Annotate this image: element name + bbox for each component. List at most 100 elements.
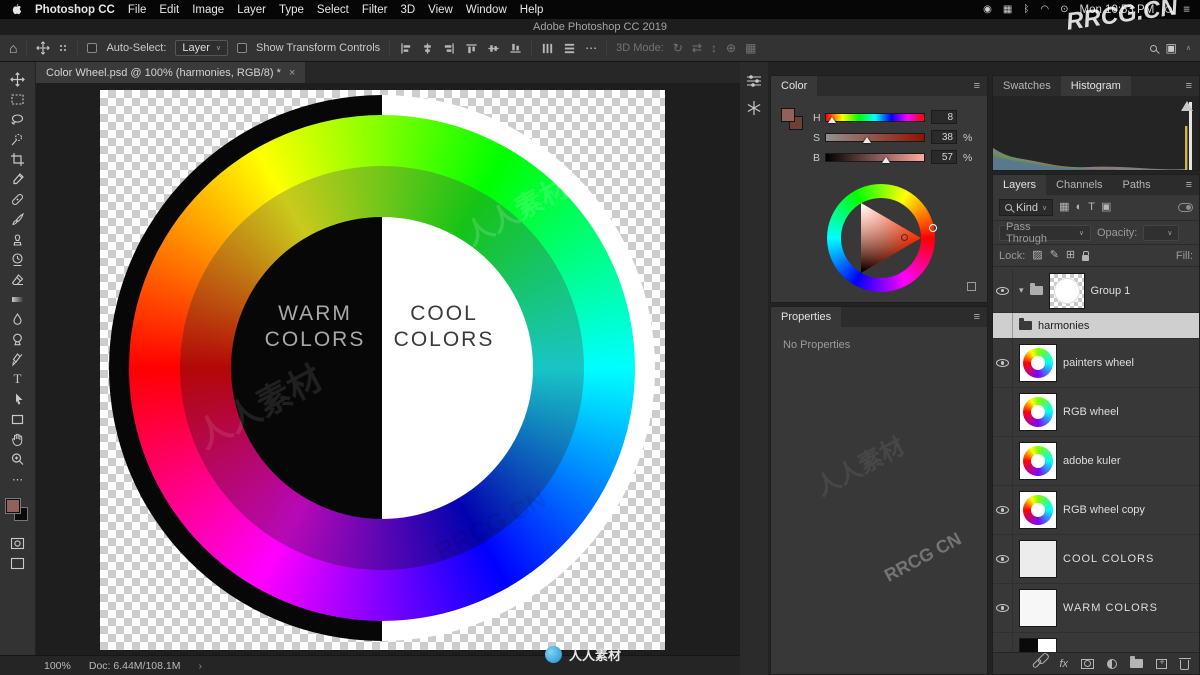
layer-row[interactable]: rgb wheel bbox=[993, 633, 1199, 652]
align-right-icon[interactable] bbox=[443, 42, 456, 55]
panel-menu-icon[interactable]: ≡ bbox=[967, 311, 987, 323]
lock-position-icon[interactable]: ⊞ bbox=[1066, 250, 1075, 261]
filter-type-layers-icon[interactable]: T bbox=[1088, 202, 1095, 213]
hand-tool[interactable] bbox=[7, 429, 29, 449]
layer-row-selected[interactable]: harmonies bbox=[993, 313, 1199, 339]
3d-drag-icon[interactable]: ↕ bbox=[711, 42, 717, 54]
status-chevron-icon[interactable]: › bbox=[199, 660, 203, 672]
tab-swatches[interactable]: Swatches bbox=[993, 76, 1061, 96]
visibility-toggle[interactable] bbox=[993, 584, 1013, 632]
pen-tool[interactable] bbox=[7, 349, 29, 369]
layer-row[interactable]: WARM COLORS bbox=[993, 584, 1199, 633]
tab-layers[interactable]: Layers bbox=[993, 175, 1047, 195]
layer-name[interactable]: RGB wheel bbox=[1063, 406, 1119, 418]
type-tool[interactable]: T bbox=[7, 369, 29, 389]
search-icon[interactable] bbox=[1149, 44, 1157, 52]
auto-select-checkbox[interactable] bbox=[87, 43, 98, 53]
apple-menu-icon[interactable] bbox=[10, 3, 22, 16]
filter-adjustment-layers-icon[interactable]: ◐ bbox=[1076, 202, 1083, 213]
hue-slider[interactable] bbox=[825, 113, 925, 123]
layer-effects-icon[interactable]: fx bbox=[1059, 658, 1068, 670]
foreground-color-swatch[interactable] bbox=[781, 108, 795, 122]
edit-toolbar-icon[interactable]: ⋯ bbox=[7, 469, 29, 489]
layer-row[interactable]: painters wheel bbox=[993, 339, 1199, 388]
layer-thumbnail[interactable] bbox=[1019, 344, 1057, 382]
app-menu-title[interactable]: Photoshop CC bbox=[35, 4, 115, 16]
3d-roll-icon[interactable]: ⇄ bbox=[692, 42, 702, 54]
history-brush-tool[interactable] bbox=[7, 249, 29, 269]
filter-kind-dropdown[interactable]: Kind ∨ bbox=[999, 199, 1054, 216]
adjustments-panel-icon[interactable] bbox=[746, 100, 762, 116]
lock-transparency-icon[interactable]: ▨ bbox=[1032, 250, 1042, 261]
delete-layer-icon[interactable] bbox=[1178, 657, 1191, 670]
tab-channels[interactable]: Channels bbox=[1046, 175, 1112, 195]
menu-type[interactable]: Type bbox=[279, 4, 304, 16]
layer-name[interactable]: RGB wheel copy bbox=[1063, 504, 1145, 516]
new-layer-icon[interactable] bbox=[1156, 657, 1167, 669]
layer-thumbnail[interactable] bbox=[1019, 442, 1057, 480]
tab-properties[interactable]: Properties bbox=[771, 307, 842, 327]
show-transform-checkbox[interactable] bbox=[237, 43, 248, 53]
layer-thumbnail[interactable] bbox=[1019, 589, 1057, 627]
lock-pixels-icon[interactable]: ✎ bbox=[1050, 250, 1059, 261]
menu-clock[interactable]: Mon 10:53 PM bbox=[1079, 4, 1154, 16]
layer-name[interactable]: painters wheel bbox=[1063, 357, 1134, 369]
lock-all-icon[interactable] bbox=[1082, 250, 1090, 261]
link-layers-icon[interactable] bbox=[1032, 658, 1043, 669]
sliders-panel-icon[interactable] bbox=[746, 74, 762, 88]
layer-thumbnail[interactable] bbox=[1019, 540, 1057, 578]
home-icon[interactable]: ⌂ bbox=[9, 41, 17, 55]
eyedropper-tool[interactable] bbox=[7, 169, 29, 189]
layer-name[interactable]: adobe kuler bbox=[1063, 455, 1121, 467]
saturation-slider[interactable] bbox=[825, 133, 925, 143]
slider-thumb[interactable] bbox=[863, 137, 872, 143]
healing-brush-tool[interactable] bbox=[7, 189, 29, 209]
filter-pixel-layers-icon[interactable]: ▦ bbox=[1059, 202, 1069, 213]
bluetooth-icon[interactable]: ᛒ bbox=[1023, 4, 1029, 15]
foreground-color-swatch[interactable] bbox=[4, 498, 21, 514]
visibility-toggle[interactable] bbox=[993, 486, 1013, 534]
canvas-area[interactable]: WARMCOLORS COOLCOLORS 人人素材 人人素材 RRCG CN bbox=[36, 83, 740, 655]
filter-toggle[interactable] bbox=[1178, 203, 1193, 212]
layer-row[interactable]: adobe kuler bbox=[993, 437, 1199, 486]
new-group-icon[interactable] bbox=[1130, 656, 1143, 668]
menu-image[interactable]: Image bbox=[192, 4, 224, 16]
menu-window[interactable]: Window bbox=[466, 4, 507, 16]
layer-name[interactable]: WARM COLORS bbox=[1063, 602, 1158, 614]
document-tab[interactable]: Color Wheel.psd @ 100% (harmonies, RGB/8… bbox=[36, 62, 306, 83]
warning-icon[interactable] bbox=[1181, 101, 1193, 111]
3d-slide-icon[interactable]: ⊕ bbox=[726, 42, 736, 54]
workspace-switcher-icon[interactable]: ▣ bbox=[1166, 42, 1177, 54]
marquee-tool[interactable] bbox=[7, 89, 29, 109]
notification-center-icon[interactable]: ≡ bbox=[1183, 4, 1190, 16]
opacity-dropdown[interactable]: ∨ bbox=[1143, 224, 1180, 241]
layer-thumbnail[interactable] bbox=[1019, 491, 1057, 529]
blend-mode-dropdown[interactable]: Pass Through ∨ bbox=[999, 221, 1091, 245]
dodge-tool[interactable] bbox=[7, 329, 29, 349]
menu-help[interactable]: Help bbox=[520, 4, 544, 16]
move-tool[interactable] bbox=[7, 69, 29, 89]
menu-3d[interactable]: 3D bbox=[400, 4, 415, 16]
visibility-toggle[interactable] bbox=[993, 339, 1013, 387]
auto-select-dropdown[interactable]: Layer ∨ bbox=[175, 40, 229, 56]
layer-name[interactable]: harmonies bbox=[1038, 320, 1089, 332]
visibility-toggle[interactable] bbox=[993, 269, 1013, 312]
layer-row[interactable]: RGB wheel copy bbox=[993, 486, 1199, 535]
layer-thumbnail[interactable] bbox=[1019, 393, 1057, 431]
close-icon[interactable]: × bbox=[289, 67, 295, 79]
gradient-tool[interactable] bbox=[7, 289, 29, 309]
brush-tool[interactable] bbox=[7, 209, 29, 229]
layer-name[interactable]: COOL COLORS bbox=[1063, 553, 1154, 565]
menu-filter[interactable]: Filter bbox=[362, 4, 388, 16]
path-selection-tool[interactable] bbox=[7, 389, 29, 409]
menu-view[interactable]: View bbox=[428, 4, 453, 16]
3d-orbit-icon[interactable]: ↻ bbox=[673, 42, 683, 54]
add-mask-icon[interactable] bbox=[1081, 658, 1094, 669]
layer-name[interactable]: Group 1 bbox=[1091, 285, 1131, 297]
adjustment-layer-icon[interactable] bbox=[1107, 658, 1117, 669]
filter-smart-objects-icon[interactable]: ▣ bbox=[1101, 202, 1111, 213]
distribute-vertical-icon[interactable] bbox=[563, 42, 576, 55]
align-left-icon[interactable] bbox=[399, 42, 412, 55]
panel-menu-icon[interactable]: ≡ bbox=[967, 80, 987, 92]
expand-icon[interactable] bbox=[967, 282, 976, 291]
